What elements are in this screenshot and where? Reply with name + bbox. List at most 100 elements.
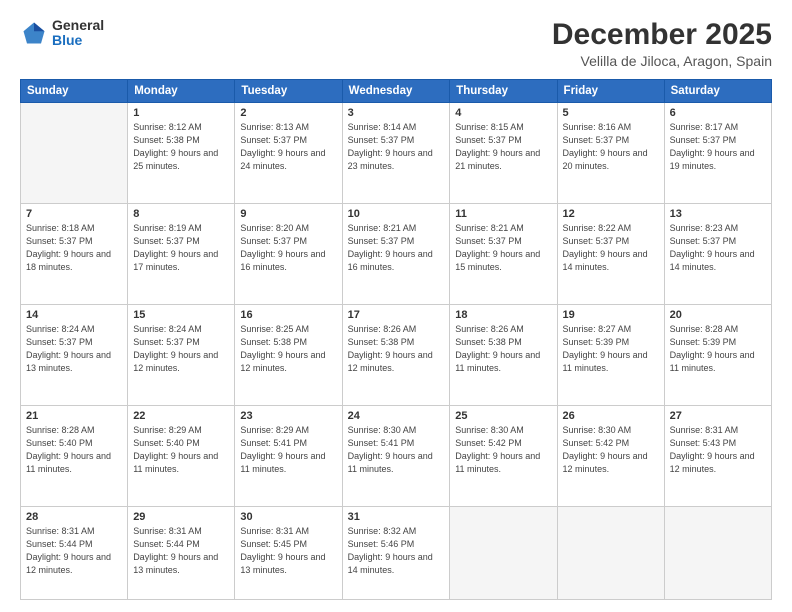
day-number: 22 [133, 410, 229, 422]
day-number: 10 [348, 208, 445, 220]
table-row: 8 Sunrise: 8:19 AMSunset: 5:37 PMDaylight… [128, 204, 235, 305]
day-info: Sunrise: 8:30 AMSunset: 5:42 PMDaylight:… [455, 425, 540, 474]
table-row: 12 Sunrise: 8:22 AMSunset: 5:37 PMDayligh… [557, 204, 664, 305]
main-title: December 2025 [552, 18, 772, 51]
table-row: 25Sunrise: 8:30 AMSunset: 5:42 PMDayligh… [450, 406, 557, 507]
day-number: 8 [133, 208, 229, 220]
table-row: 26Sunrise: 8:30 AMSunset: 5:42 PMDayligh… [557, 406, 664, 507]
day-info: Sunrise: 8:24 AMSunset: 5:37 PMDaylight:… [26, 324, 111, 373]
day-info: Sunrise: 8:32 AMSunset: 5:46 PMDaylight:… [348, 526, 433, 575]
day-number: 5 [563, 107, 659, 119]
day-info: Sunrise: 8:26 AMSunset: 5:38 PMDaylight:… [348, 324, 433, 373]
table-row: 23Sunrise: 8:29 AMSunset: 5:41 PMDayligh… [235, 406, 342, 507]
day-info: Sunrise: 8:31 AMSunset: 5:45 PMDaylight:… [240, 526, 325, 575]
table-row: 14 Sunrise: 8:24 AMSunset: 5:37 PMDayligh… [21, 305, 128, 406]
table-row: 7Sunrise: 8:18 AMSunset: 5:37 PMDaylight… [21, 204, 128, 305]
day-info: Sunrise: 8:12 AMSunset: 5:38 PMDaylight:… [133, 122, 218, 171]
day-number: 29 [133, 511, 229, 523]
day-number: 16 [240, 309, 336, 321]
day-number: 24 [348, 410, 445, 422]
table-row: 27 Sunrise: 8:31 AMSunset: 5:43 PMDayligh… [664, 406, 771, 507]
day-number: 9 [240, 208, 336, 220]
logo: General Blue [20, 18, 104, 49]
day-number: 6 [670, 107, 766, 119]
day-info: Sunrise: 8:23 AMSunset: 5:37 PMDaylight:… [670, 223, 755, 272]
day-info: Sunrise: 8:25 AMSunset: 5:38 PMDaylight:… [240, 324, 325, 373]
table-row: 18Sunrise: 8:26 AMSunset: 5:38 PMDayligh… [450, 305, 557, 406]
col-thursday: Thursday [450, 80, 557, 103]
logo-icon [20, 19, 48, 47]
logo-general-text: General [52, 18, 104, 33]
table-row: 29 Sunrise: 8:31 AMSunset: 5:44 PMDayligh… [128, 507, 235, 600]
day-number: 31 [348, 511, 445, 523]
day-info: Sunrise: 8:14 AMSunset: 5:37 PMDaylight:… [348, 122, 433, 171]
day-number: 15 [133, 309, 229, 321]
title-block: December 2025 Velilla de Jiloca, Aragon,… [552, 18, 772, 69]
day-number: 18 [455, 309, 551, 321]
day-number: 14 [26, 309, 122, 321]
day-number: 13 [670, 208, 766, 220]
calendar-table: Sunday Monday Tuesday Wednesday Thursday… [20, 79, 772, 600]
table-row: 1 Sunrise: 8:12 AMSunset: 5:38 PMDaylight… [128, 103, 235, 204]
day-number: 1 [133, 107, 229, 119]
col-friday: Friday [557, 80, 664, 103]
table-row: 17 Sunrise: 8:26 AMSunset: 5:38 PMDayligh… [342, 305, 450, 406]
table-row: 20 Sunrise: 8:28 AMSunset: 5:39 PMDayligh… [664, 305, 771, 406]
day-number: 20 [670, 309, 766, 321]
table-row: 16 Sunrise: 8:25 AMSunset: 5:38 PMDayligh… [235, 305, 342, 406]
table-row: 5 Sunrise: 8:16 AMSunset: 5:37 PMDaylight… [557, 103, 664, 204]
day-info: Sunrise: 8:31 AMSunset: 5:44 PMDaylight:… [26, 526, 111, 575]
col-saturday: Saturday [664, 80, 771, 103]
logo-text: General Blue [52, 18, 104, 49]
col-tuesday: Tuesday [235, 80, 342, 103]
day-info: Sunrise: 8:22 AMSunset: 5:37 PMDaylight:… [563, 223, 648, 272]
day-info: Sunrise: 8:31 AMSunset: 5:43 PMDaylight:… [670, 425, 755, 474]
table-row: 6 Sunrise: 8:17 AMSunset: 5:37 PMDaylight… [664, 103, 771, 204]
day-info: Sunrise: 8:21 AMSunset: 5:37 PMDaylight:… [455, 223, 540, 272]
table-row: 19Sunrise: 8:27 AMSunset: 5:39 PMDayligh… [557, 305, 664, 406]
day-number: 27 [670, 410, 766, 422]
day-info: Sunrise: 8:17 AMSunset: 5:37 PMDaylight:… [670, 122, 755, 171]
day-number: 12 [563, 208, 659, 220]
day-info: Sunrise: 8:21 AMSunset: 5:37 PMDaylight:… [348, 223, 433, 272]
day-number: 17 [348, 309, 445, 321]
col-sunday: Sunday [21, 80, 128, 103]
day-number: 11 [455, 208, 551, 220]
table-row: 4 Sunrise: 8:15 AMSunset: 5:37 PMDaylight… [450, 103, 557, 204]
day-info: Sunrise: 8:28 AMSunset: 5:39 PMDaylight:… [670, 324, 755, 373]
day-info: Sunrise: 8:24 AMSunset: 5:37 PMDaylight:… [133, 324, 218, 373]
table-row: 3 Sunrise: 8:14 AMSunset: 5:37 PMDaylight… [342, 103, 450, 204]
table-row [450, 507, 557, 600]
table-row: 22Sunrise: 8:29 AMSunset: 5:40 PMDayligh… [128, 406, 235, 507]
day-number: 7 [26, 208, 122, 220]
subtitle: Velilla de Jiloca, Aragon, Spain [552, 53, 772, 69]
day-number: 21 [26, 410, 122, 422]
day-number: 26 [563, 410, 659, 422]
table-row: 24 Sunrise: 8:30 AMSunset: 5:41 PMDayligh… [342, 406, 450, 507]
day-number: 19 [563, 309, 659, 321]
col-monday: Monday [128, 80, 235, 103]
day-info: Sunrise: 8:31 AMSunset: 5:44 PMDaylight:… [133, 526, 218, 575]
day-info: Sunrise: 8:15 AMSunset: 5:37 PMDaylight:… [455, 122, 540, 171]
day-info: Sunrise: 8:29 AMSunset: 5:41 PMDaylight:… [240, 425, 325, 474]
logo-blue-text: Blue [52, 33, 104, 48]
day-number: 2 [240, 107, 336, 119]
calendar-header-row: Sunday Monday Tuesday Wednesday Thursday… [21, 80, 772, 103]
day-number: 4 [455, 107, 551, 119]
day-number: 3 [348, 107, 445, 119]
table-row: 28 Sunrise: 8:31 AMSunset: 5:44 PMDayligh… [21, 507, 128, 600]
day-info: Sunrise: 8:30 AMSunset: 5:41 PMDaylight:… [348, 425, 433, 474]
day-info: Sunrise: 8:16 AMSunset: 5:37 PMDaylight:… [563, 122, 648, 171]
table-row: 11 Sunrise: 8:21 AMSunset: 5:37 PMDayligh… [450, 204, 557, 305]
day-info: Sunrise: 8:19 AMSunset: 5:37 PMDaylight:… [133, 223, 218, 272]
day-number: 28 [26, 511, 122, 523]
table-row: 10 Sunrise: 8:21 AMSunset: 5:37 PMDayligh… [342, 204, 450, 305]
table-row: 2 Sunrise: 8:13 AMSunset: 5:37 PMDaylight… [235, 103, 342, 204]
table-row [557, 507, 664, 600]
table-row: 9Sunrise: 8:20 AMSunset: 5:37 PMDaylight… [235, 204, 342, 305]
header: General Blue December 2025 Velilla de Ji… [20, 18, 772, 69]
day-number: 30 [240, 511, 336, 523]
day-info: Sunrise: 8:13 AMSunset: 5:37 PMDaylight:… [240, 122, 325, 171]
table-row: 13 Sunrise: 8:23 AMSunset: 5:37 PMDayligh… [664, 204, 771, 305]
table-row: 31 Sunrise: 8:32 AMSunset: 5:46 PMDayligh… [342, 507, 450, 600]
